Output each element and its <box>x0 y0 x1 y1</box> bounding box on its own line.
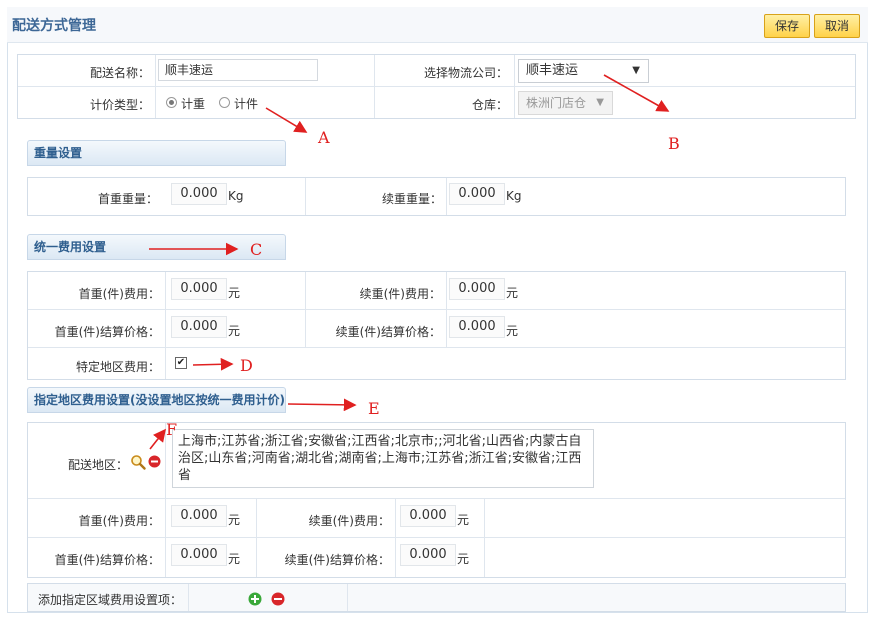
annotation-b: B <box>668 134 680 153</box>
remove-icon[interactable] <box>271 592 285 609</box>
add-region-label: 添加指定区域费用设置项： <box>38 593 183 607</box>
remove-icon[interactable] <box>148 455 161 471</box>
annotation-e: E <box>368 399 380 418</box>
warehouse-value: 株洲门店仓 <box>526 96 587 110</box>
dropdown-arrow-icon: ▼ <box>596 97 604 108</box>
add-icon[interactable] <box>248 592 262 609</box>
warehouse-label: 仓库： <box>471 98 508 112</box>
region-first-settle-unit: 元 <box>228 552 241 566</box>
special-region-label: 特定地区费用： <box>75 360 160 374</box>
weight-section-title: 重量设置 <box>27 140 286 166</box>
uniform-first-settle-unit: 元 <box>228 324 241 338</box>
logistics-company-value: 顺丰速运 <box>526 63 579 78</box>
weight-section-title-text: 重量设置 <box>34 146 83 160</box>
uniform-fee-section-title-text: 统一费用设置 <box>34 240 107 254</box>
warehouse-select[interactable]: 株洲门店仓 ▼ <box>518 91 613 115</box>
uniform-first-settle-label: 首重(件)结算价格： <box>54 325 160 339</box>
pricing-piece-label: 计件 <box>234 97 259 111</box>
annotation-a: A <box>318 128 330 147</box>
region-fee-section-title: 指定地区费用设置(没设置地区按统一费用计价) <box>27 387 286 413</box>
region-first-settle-label: 首重(件)结算价格： <box>54 553 160 567</box>
next-weight-label: 续重重量： <box>381 192 442 206</box>
uniform-next-settle-label: 续重(件)结算价格： <box>335 325 441 339</box>
pricing-piece-radio[interactable] <box>219 97 230 108</box>
annotation-c: C <box>250 240 263 259</box>
next-weight-unit: Kg <box>506 189 522 203</box>
uniform-first-fee-label: 首重(件)费用： <box>78 287 160 301</box>
region-first-fee-label: 首重(件)费用： <box>78 514 160 528</box>
annotation-f: F <box>166 420 178 439</box>
region-first-fee-input[interactable]: 0.000 <box>171 505 227 527</box>
cancel-button[interactable]: 取消 <box>814 14 860 38</box>
region-first-settle-input[interactable]: 0.000 <box>171 544 227 566</box>
uniform-first-fee-unit: 元 <box>228 286 241 300</box>
region-next-settle-label: 续重(件)结算价格： <box>284 553 390 567</box>
delivery-area-label: 配送地区： <box>67 458 128 472</box>
search-icon[interactable] <box>130 454 146 473</box>
uniform-next-settle-input[interactable]: 0.000 <box>449 316 505 338</box>
annotation-d: D <box>240 356 253 375</box>
uniform-next-fee-input[interactable]: 0.000 <box>449 278 505 300</box>
pricing-weight-radio[interactable] <box>166 97 177 108</box>
special-region-checkbox[interactable]: ✔ <box>175 357 187 369</box>
region-next-settle-input[interactable]: 0.000 <box>400 544 456 566</box>
uniform-next-fee-label: 续重(件)费用： <box>359 287 441 301</box>
region-fee-section-title-text: 指定地区费用设置(没设置地区按统一费用计价) <box>34 393 285 407</box>
uniform-first-settle-input[interactable]: 0.000 <box>171 316 227 338</box>
save-button[interactable]: 保存 <box>764 14 810 38</box>
region-next-fee-unit: 元 <box>457 513 470 527</box>
logistics-company-select[interactable]: 顺丰速运 ▼ <box>518 59 649 83</box>
delivery-name-input[interactable]: 顺丰速运 <box>158 59 318 81</box>
region-first-fee-unit: 元 <box>228 513 241 527</box>
uniform-first-fee-input[interactable]: 0.000 <box>171 278 227 300</box>
dropdown-arrow-icon: ▼ <box>632 65 640 76</box>
delivery-name-label: 配送名称： <box>89 66 150 80</box>
uniform-next-fee-unit: 元 <box>506 286 519 300</box>
first-weight-input[interactable]: 0.000 <box>171 183 227 205</box>
page-title: 配送方式管理 <box>12 18 96 34</box>
region-next-fee-input[interactable]: 0.000 <box>400 505 456 527</box>
title-bar: 配送方式管理 <box>7 7 868 43</box>
pricing-weight-label: 计重 <box>181 97 206 111</box>
region-next-settle-unit: 元 <box>457 552 470 566</box>
logistics-company-label: 选择物流公司： <box>423 66 508 80</box>
region-next-fee-label: 续重(件)费用： <box>308 514 390 528</box>
uniform-next-settle-unit: 元 <box>506 324 519 338</box>
delivery-area-textarea[interactable]: 上海市;江苏省;浙江省;安徽省;江西省;北京市;;河北省;山西省;内蒙古自治区;… <box>172 429 594 488</box>
first-weight-label: 首重重量： <box>97 192 158 206</box>
uniform-fee-section-title: 统一费用设置 <box>27 234 286 260</box>
pricing-type-label: 计价类型： <box>89 98 150 112</box>
next-weight-input[interactable]: 0.000 <box>449 183 505 205</box>
first-weight-unit: Kg <box>228 189 244 203</box>
